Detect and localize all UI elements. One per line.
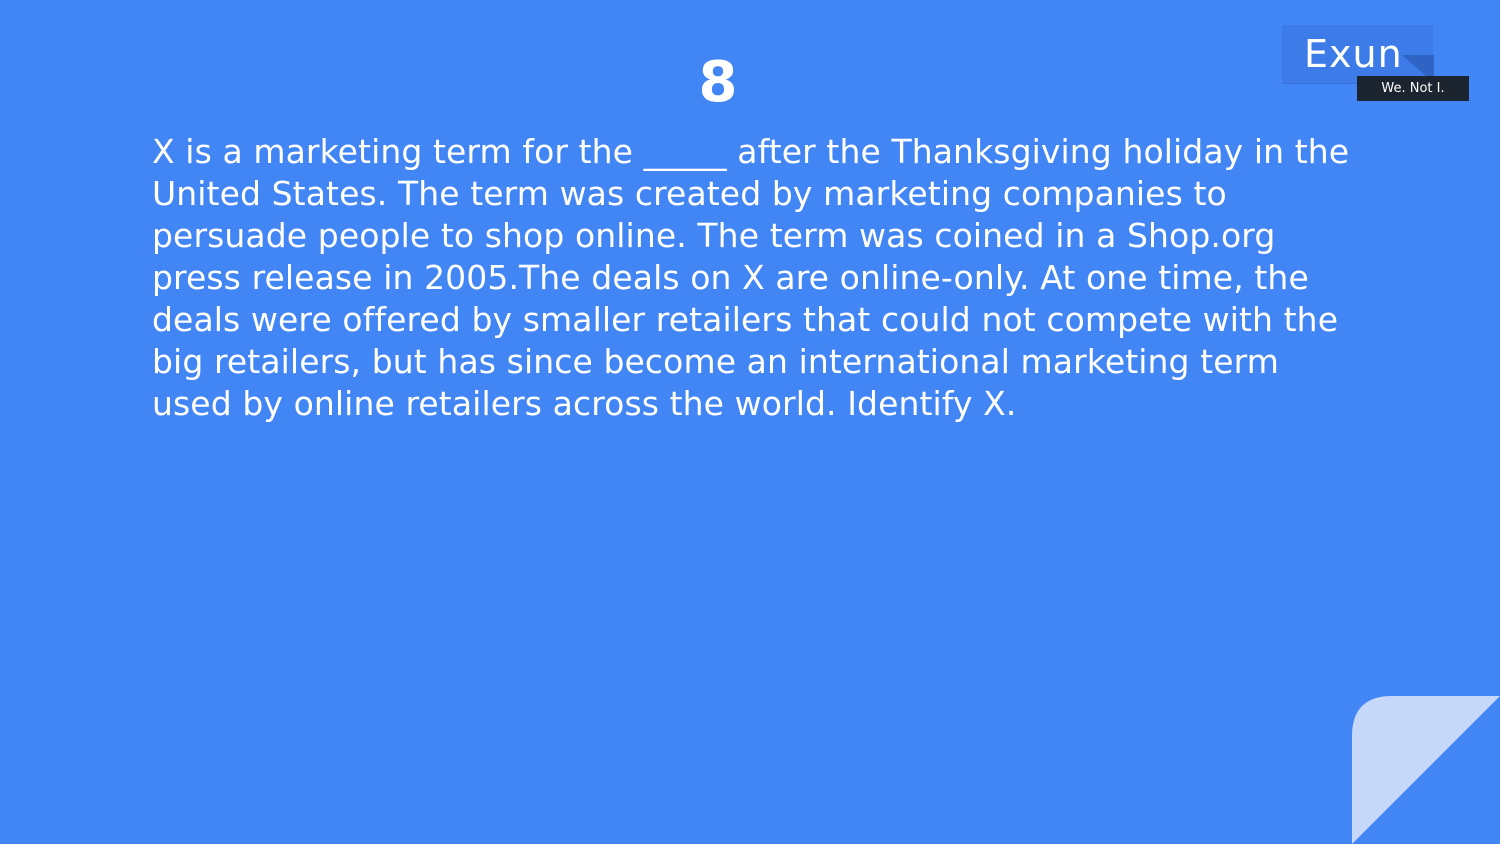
slide-title: 8 xyxy=(698,50,738,115)
logo-tagline: We. Not I. xyxy=(1357,76,1469,101)
exun-logo: Exun We. Not I. xyxy=(1282,25,1472,103)
question-text: X is a marketing term for the _____ afte… xyxy=(152,132,1350,423)
logo-wordmark: Exun xyxy=(1304,32,1403,76)
slide: 8 Exun We. Not I. X is a marketing term … xyxy=(0,0,1500,844)
page-number: 36 xyxy=(1442,784,1484,819)
